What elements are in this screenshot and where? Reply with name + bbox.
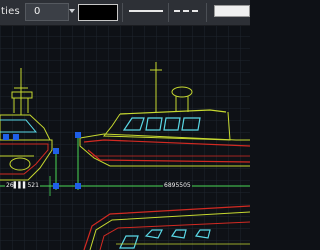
toolbar-divider <box>206 3 207 22</box>
linetype-solid-button[interactable] <box>129 10 163 12</box>
properties-toolbar: ties 0 <box>0 0 250 26</box>
dimension-label-right: 6895505 <box>163 182 192 189</box>
grip-handle[interactable] <box>75 132 81 138</box>
drawing-grid <box>0 26 250 250</box>
grip-handle[interactable] <box>53 183 59 189</box>
lineweight-dropdown[interactable]: 0 <box>25 3 69 21</box>
linetype-dashed-button[interactable] <box>174 10 198 12</box>
properties-label: ties <box>1 6 20 17</box>
lineweight-value: 0 <box>34 6 41 17</box>
toolbar-divider <box>168 3 169 22</box>
grip-handle[interactable] <box>3 134 9 140</box>
color-swatch[interactable] <box>78 4 118 21</box>
grip-handle[interactable] <box>75 183 81 189</box>
drawing-svg <box>0 26 250 250</box>
grip-handle[interactable] <box>13 134 19 140</box>
chevron-down-icon[interactable] <box>69 9 75 13</box>
linetype-box-button[interactable] <box>214 5 250 17</box>
dimension-label-left: 26▌▌▌521 <box>5 182 40 189</box>
drawing-canvas[interactable]: 26▌▌▌521 6895505 <box>0 26 250 250</box>
toolbar-divider <box>122 3 123 22</box>
grip-handle[interactable] <box>53 148 59 154</box>
